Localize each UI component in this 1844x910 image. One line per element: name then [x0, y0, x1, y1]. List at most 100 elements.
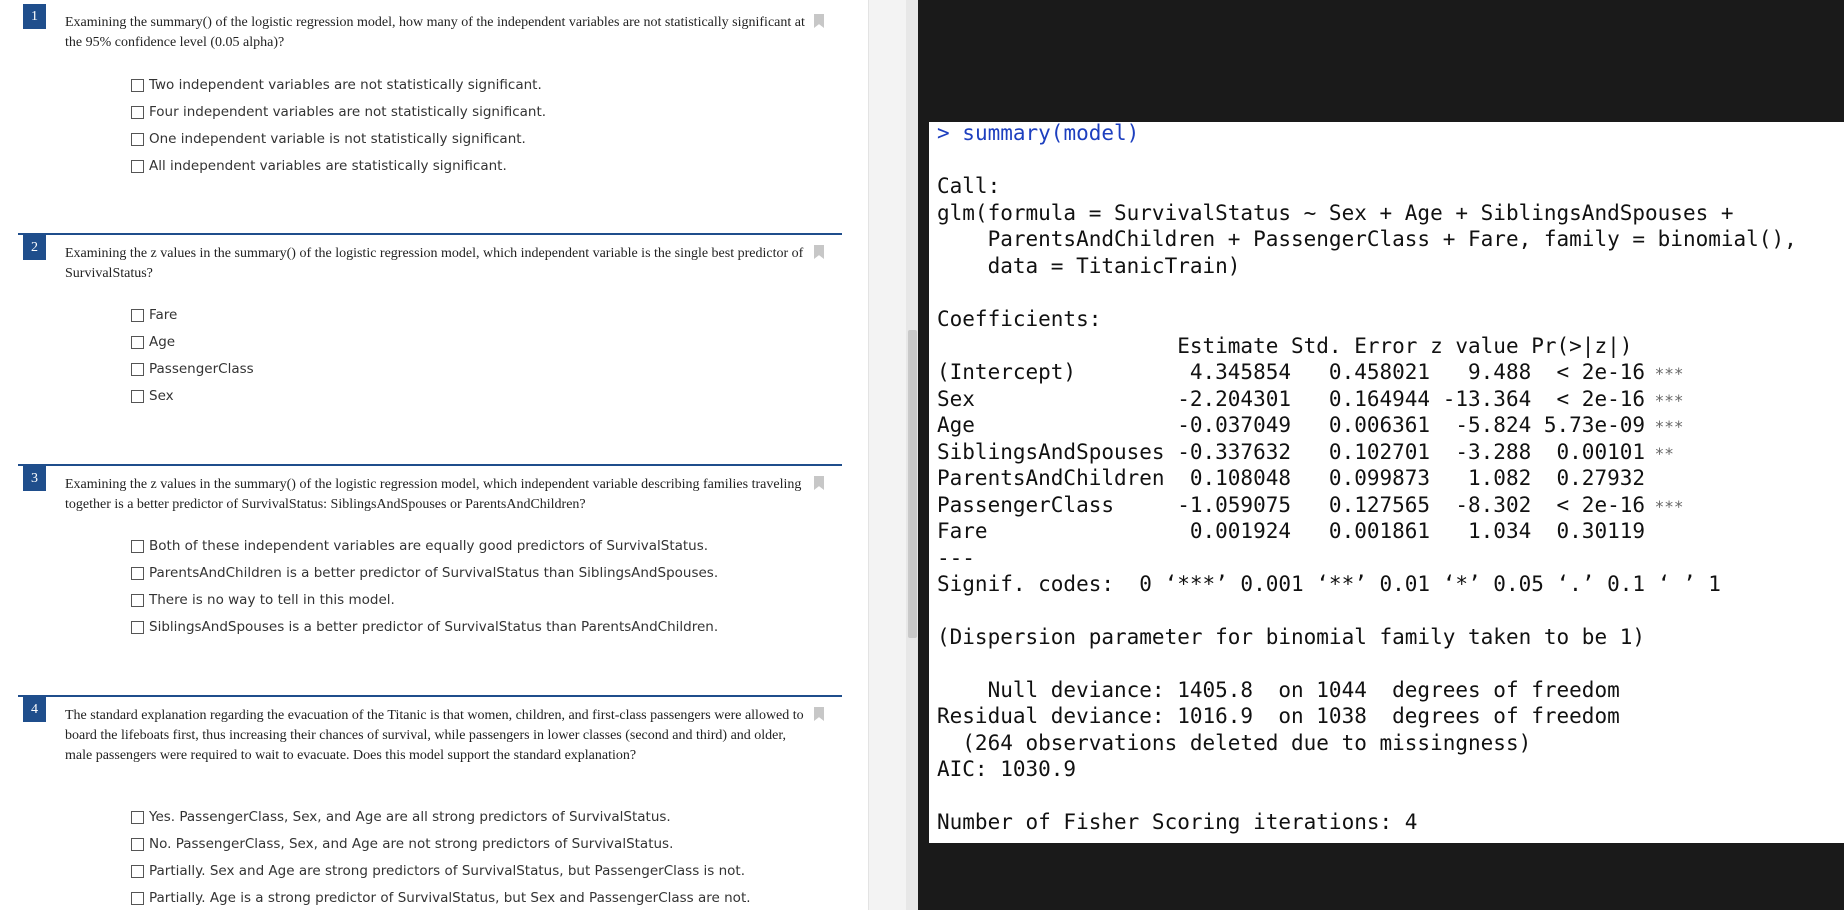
option-label: Both of these independent variables are …	[149, 538, 709, 554]
separator-line: ---	[937, 546, 975, 570]
question-text: Examining the summary() of the logistic …	[65, 15, 805, 50]
command-text: summary(model)	[949, 122, 1140, 145]
option-label: No. PassengerClass, Sex, and Age are not…	[149, 836, 674, 852]
coefficient-row: SiblingsAndSpouses -0.337632 0.102701 -3…	[937, 439, 1674, 468]
coefficient-values: ParentsAndChildren 0.108048 0.099873 1.0…	[937, 466, 1646, 490]
checkbox[interactable]	[131, 891, 144, 905]
option-label: Partially. Age is a strong predictor of …	[149, 890, 751, 906]
answer-option[interactable]: Age	[131, 331, 175, 353]
option-label: One independent variable is not statisti…	[149, 131, 526, 147]
coefficient-row: PassengerClass -1.059075 0.127565 -8.302…	[937, 492, 1684, 521]
significance-stars: ***	[1645, 391, 1684, 410]
checkbox[interactable]	[131, 308, 144, 322]
checkbox[interactable]	[131, 78, 144, 92]
coefficient-values: SiblingsAndSpouses -0.337632 0.102701 -3…	[937, 440, 1646, 464]
checkbox[interactable]	[131, 335, 144, 349]
quiz-panel: 1 Examining the summary() of the logisti…	[0, 0, 868, 910]
option-label: SiblingsAndSpouses is a better predictor…	[149, 619, 719, 635]
checkbox[interactable]	[131, 362, 144, 376]
call-label: Call:	[937, 174, 1001, 198]
option-label: Age	[149, 334, 176, 350]
coefficient-row: Sex -2.204301 0.164944 -13.364 < 2e-16 *…	[937, 386, 1684, 415]
question-divider	[18, 464, 842, 466]
answer-option[interactable]: Partially. Sex and Age are strong predic…	[131, 860, 745, 882]
coefficient-row: Fare 0.001924 0.001861 1.034 0.30119	[937, 518, 1645, 547]
question-text: Examining the z values in the summary() …	[65, 477, 802, 512]
checkbox[interactable]	[131, 620, 144, 634]
null-deviance: Null deviance: 1405.8 on 1044 degrees of…	[937, 678, 1620, 702]
option-label: Yes. PassengerClass, Sex, and Age are al…	[149, 809, 671, 825]
bookmark-icon[interactable]	[814, 707, 824, 721]
question-number: 3	[23, 466, 46, 491]
coefficient-row: Age -0.037049 0.006361 -5.824 5.73e-09 *…	[937, 412, 1684, 441]
answer-option[interactable]: PassengerClass	[131, 358, 254, 380]
call-line: glm(formula = SurvivalStatus ~ Sex + Age…	[937, 201, 1734, 225]
call-line: data = TitanicTrain)	[937, 254, 1241, 278]
option-label: Four independent variables are not stati…	[149, 104, 547, 120]
checkbox[interactable]	[131, 389, 144, 403]
answer-option[interactable]: There is no way to tell in this model.	[131, 589, 395, 611]
bookmark-icon[interactable]	[814, 476, 824, 490]
question-text: Examining the z values in the summary() …	[65, 246, 804, 281]
question-text: The standard explanation regarding the e…	[65, 708, 804, 763]
scrollbar-thumb[interactable]	[908, 330, 917, 638]
answer-option[interactable]: Both of these independent variables are …	[131, 535, 708, 557]
prompt-symbol: >	[937, 122, 950, 145]
answer-option[interactable]: Yes. PassengerClass, Sex, and Age are al…	[131, 806, 671, 828]
answer-option[interactable]: Partially. Age is a strong predictor of …	[131, 887, 751, 909]
question-divider	[18, 695, 842, 697]
coefficient-values: Sex -2.204301 0.164944 -13.364 < 2e-16	[937, 387, 1646, 411]
call-line: ParentsAndChildren + PassengerClass + Fa…	[937, 227, 1797, 251]
checkbox[interactable]	[131, 566, 144, 580]
answer-option[interactable]: Two independent variables are not statis…	[131, 74, 542, 96]
bookmark-icon[interactable]	[814, 14, 824, 28]
option-label: PassengerClass	[149, 361, 254, 377]
coefficients-label: Coefficients:	[937, 307, 1102, 331]
significance-stars: ***	[1645, 364, 1684, 383]
missingness-note: (264 observations deleted due to missing…	[937, 731, 1532, 755]
coefficient-values: (Intercept) 4.345854 0.458021 9.488 < 2e…	[937, 360, 1646, 384]
significance-stars: **	[1645, 444, 1674, 463]
aic-value: AIC: 1030.9	[937, 757, 1077, 781]
command-line: > summary(model)	[937, 122, 1139, 147]
r-console-output: > summary(model) Call: glm(formula = Sur…	[929, 122, 1844, 843]
coefficient-values: Fare 0.001924 0.001861 1.034 0.30119	[937, 519, 1646, 543]
question-number: 1	[23, 4, 46, 29]
checkbox[interactable]	[131, 837, 144, 851]
coefficient-values: Age -0.037049 0.006361 -5.824 5.73e-09	[937, 413, 1646, 437]
checkbox[interactable]	[131, 593, 144, 607]
checkbox[interactable]	[131, 539, 144, 553]
residual-deviance: Residual deviance: 1016.9 on 1038 degree…	[937, 704, 1620, 728]
question-number: 2	[23, 235, 46, 260]
answer-option[interactable]: SiblingsAndSpouses is a better predictor…	[131, 616, 718, 638]
signif-codes: Signif. codes: 0 ‘***’ 0.001 ‘**’ 0.01 ‘…	[937, 572, 1721, 596]
coefficient-row: ParentsAndChildren 0.108048 0.099873 1.0…	[937, 465, 1645, 494]
coefficients-header: Estimate Std. Error z value Pr(>|z|)	[937, 334, 1633, 358]
significance-stars: ***	[1645, 417, 1684, 436]
checkbox[interactable]	[131, 105, 144, 119]
checkbox[interactable]	[131, 810, 144, 824]
option-label: Two independent variables are not statis…	[149, 77, 542, 93]
option-label: All independent variables are statistica…	[149, 158, 507, 174]
option-label: Partially. Sex and Age are strong predic…	[149, 863, 745, 879]
checkbox[interactable]	[131, 132, 144, 146]
answer-option[interactable]: Fare	[131, 304, 177, 326]
option-label: There is no way to tell in this model.	[149, 592, 395, 608]
option-label: Sex	[149, 388, 174, 404]
answer-option[interactable]: No. PassengerClass, Sex, and Age are not…	[131, 833, 673, 855]
answer-option[interactable]: Sex	[131, 385, 174, 407]
significance-stars: ***	[1645, 497, 1684, 516]
answer-option[interactable]: Four independent variables are not stati…	[131, 101, 546, 123]
question-number: 4	[23, 697, 46, 722]
answer-option[interactable]: All independent variables are statistica…	[131, 155, 507, 177]
option-label: ParentsAndChildren is a better predictor…	[149, 565, 719, 581]
bookmark-icon[interactable]	[814, 245, 824, 259]
checkbox[interactable]	[131, 864, 144, 878]
answer-option[interactable]: ParentsAndChildren is a better predictor…	[131, 562, 718, 584]
checkbox[interactable]	[131, 159, 144, 173]
dispersion-note: (Dispersion parameter for binomial famil…	[937, 625, 1646, 649]
fisher-iterations: Number of Fisher Scoring iterations: 4	[937, 810, 1418, 834]
coefficient-values: PassengerClass -1.059075 0.127565 -8.302…	[937, 493, 1646, 517]
coefficient-row: (Intercept) 4.345854 0.458021 9.488 < 2e…	[937, 359, 1684, 388]
answer-option[interactable]: One independent variable is not statisti…	[131, 128, 526, 150]
